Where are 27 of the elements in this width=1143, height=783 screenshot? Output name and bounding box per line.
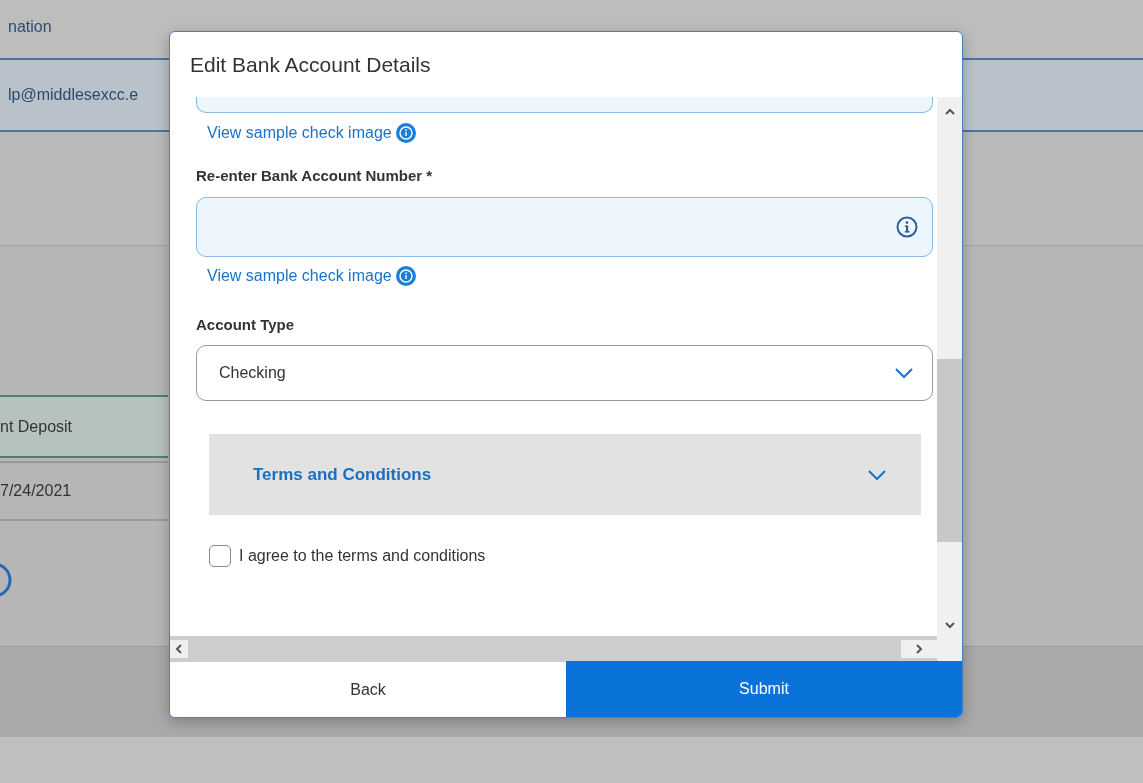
checkbox[interactable] [209,545,231,567]
info-icon[interactable] [896,216,918,238]
section-heading: nation [8,18,52,36]
info-icon[interactable] [395,123,416,143]
input-field[interactable] [196,197,933,257]
sample-check-link[interactable]: View sample check image [207,267,392,285]
sample-check-link[interactable]: View sample check image [207,124,392,142]
chevron-down-icon [867,468,887,481]
back-button[interactable]: Back [170,661,566,717]
deposit-tab[interactable]: nt Deposit [0,395,168,458]
input-field[interactable] [196,97,933,113]
account-type-dropdown[interactable]: Checking [196,345,933,401]
field-label: Re-enter Bank Account Number * [196,167,433,184]
date-cell: 7/24/2021 [0,461,168,521]
horizontal-scrollbar[interactable] [170,636,937,661]
email-link[interactable]: lp@middlesexcc.e [8,86,139,104]
chevron-down-icon [894,367,914,379]
checkbox-label[interactable]: I agree to the terms and conditions [239,547,486,565]
scroll-right-icon[interactable] [913,642,925,655]
field-label: Account Type [196,316,295,333]
scroll-down-icon[interactable] [943,619,956,631]
vertical-scrollbar[interactable] [937,97,962,636]
dialog-title: Edit Bank Account Details [189,51,432,78]
scroll-left-icon[interactable] [173,642,185,655]
info-icon[interactable] [395,266,416,286]
terms-accordion[interactable]: Terms and Conditions [209,434,921,515]
submit-button[interactable]: Submit [566,661,962,717]
